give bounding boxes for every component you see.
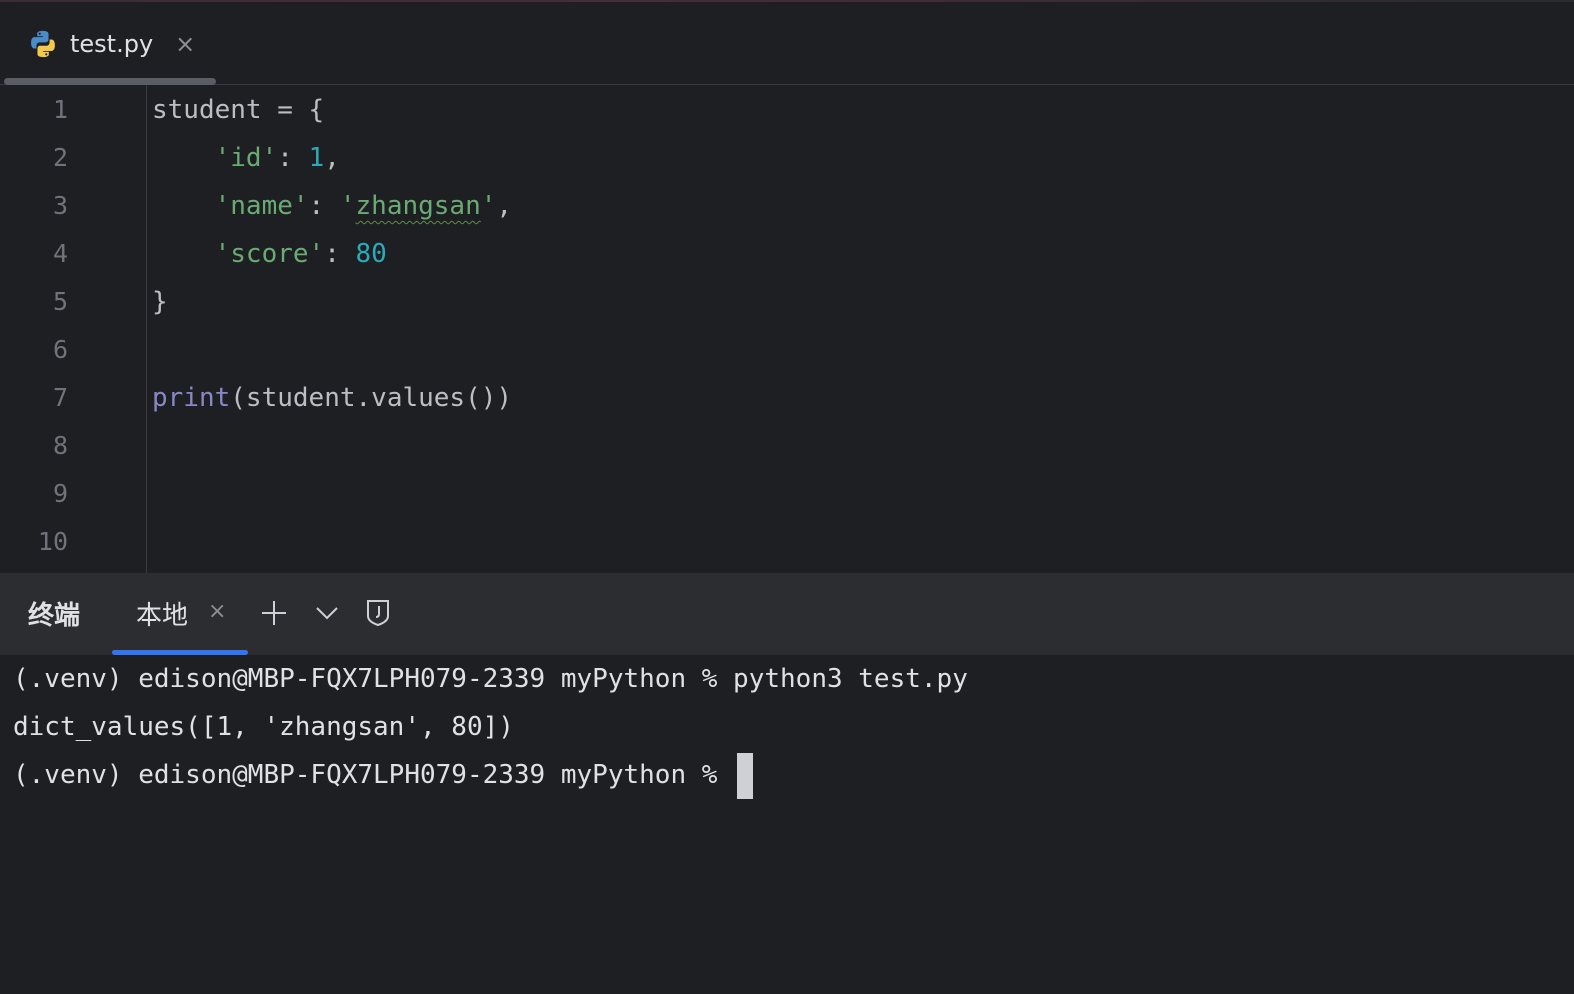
terminal-cursor: [737, 752, 754, 799]
line-number: 4: [52, 239, 68, 268]
code-token: ': [339, 191, 356, 221]
code-token: ,: [496, 191, 513, 221]
close-tab-icon[interactable]: ×: [175, 30, 195, 58]
code-token: }: [152, 287, 168, 317]
code-line[interactable]: }: [152, 278, 168, 326]
python-icon: [31, 30, 55, 58]
code-token: :: [277, 143, 309, 173]
line-number: 5: [52, 287, 68, 316]
line-number: 9: [52, 479, 68, 508]
editor-tab-bar: test.py ×: [0, 2, 1574, 85]
code-token: 'id': [214, 143, 278, 173]
code-line[interactable]: student = {: [152, 86, 324, 134]
code-token: 'name': [214, 191, 309, 221]
code-token: :: [324, 239, 356, 269]
line-number: 8: [52, 431, 68, 460]
ide-window: test.py × 1 2 3 4 5 6 7 8 9 10 student = { 'id': …: [0, 0, 1574, 994]
terminal-prompt: (.venv) edison@MBP-FQX7LPH079-2339 myPyt…: [13, 760, 734, 790]
line-number: 1: [52, 95, 68, 124]
code-token: 'score': [214, 239, 325, 269]
editor-tab-test-py[interactable]: test.py ×: [28, 24, 195, 64]
code-token: student = {: [152, 95, 325, 125]
terminal-tab-label: 本地: [136, 601, 189, 631]
code-token: 1: [308, 143, 325, 173]
line-number: 10: [37, 527, 68, 556]
line-number-gutter: 1 2 3 4 5 6 7 8 9 10: [0, 85, 147, 573]
line-number: 3: [52, 191, 68, 220]
chevron-down-icon[interactable]: [311, 597, 343, 629]
code-line[interactable]: 'score': 80: [152, 230, 387, 278]
terminal-tab-local[interactable]: 本地 ×: [112, 573, 248, 655]
line-number: 7: [52, 383, 68, 412]
tab-bar-scrollbar[interactable]: [4, 78, 216, 85]
code-token: zhangsan: [355, 191, 481, 221]
code-token: ': [480, 191, 497, 221]
code-line[interactable]: 'id': 1,: [152, 134, 340, 182]
code-token: 80: [355, 239, 387, 269]
plus-icon[interactable]: [258, 597, 290, 629]
close-terminal-tab-icon[interactable]: ×: [208, 599, 226, 624]
code-line[interactable]: print(student.values()): [152, 374, 512, 422]
code-token: :: [308, 191, 340, 221]
code-token: ,: [324, 143, 340, 173]
code-editor[interactable]: 1 2 3 4 5 6 7 8 9 10 student = { 'id': 1, 'name':…: [0, 85, 1574, 573]
terminal-line-3: (.venv) edison@MBP-FQX7LPH079-2339 myPyt…: [13, 751, 754, 799]
code-token: (student.values()): [230, 383, 513, 413]
code-token: print: [152, 383, 231, 413]
terminal-output[interactable]: (.venv) edison@MBP-FQX7LPH079-2339 myPyt…: [0, 655, 1574, 994]
terminal-line-2: dict_values([1, 'zhangsan', 80]): [13, 712, 514, 742]
code-line[interactable]: 'name': 'zhangsan',: [152, 182, 512, 230]
terminal-header: 终端 本地 ×: [0, 573, 1574, 655]
editor-tab-label: test.py: [70, 30, 154, 58]
terminal-title: 终端: [28, 601, 81, 631]
terminal-line-1: (.venv) edison@MBP-FQX7LPH079-2339 myPyt…: [13, 664, 968, 694]
line-number: 2: [52, 143, 68, 172]
shield-icon[interactable]: [362, 597, 394, 629]
line-number: 6: [52, 335, 68, 364]
